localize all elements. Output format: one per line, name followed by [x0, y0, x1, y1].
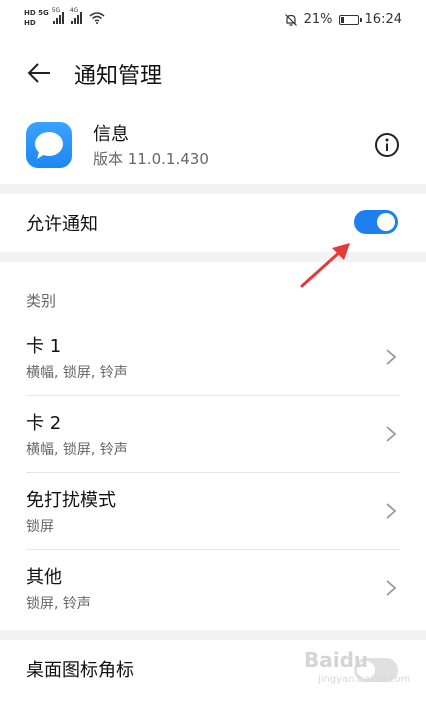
hd-tag-2: HD: [24, 19, 36, 27]
page-title: 通知管理: [74, 64, 163, 89]
row-separator: [26, 549, 400, 550]
signal-icon-2: 4G: [70, 7, 82, 24]
hd-tag-1: HD 5G: [24, 9, 49, 17]
section-divider-2: [0, 252, 426, 262]
category-title: 卡 1: [26, 336, 62, 357]
section-divider-3: [0, 630, 426, 640]
category-subtitle: 锁屏, 铃声: [26, 596, 91, 612]
baidu-watermark: Baidu: [304, 648, 369, 672]
row-separator: [26, 395, 400, 396]
row-separator: [26, 472, 400, 473]
category-subtitle: 横幅, 锁屏, 铃声: [26, 365, 128, 381]
allow-notifications-label: 允许通知: [26, 214, 98, 235]
category-row-card1[interactable]: 卡 1 横幅, 锁屏, 铃声: [0, 320, 426, 396]
mute-bell-icon: [284, 13, 297, 26]
signal-label-1: 5G: [51, 7, 61, 14]
status-bar: HD 5G HD 5G 4G 21% 16:24: [0, 0, 426, 42]
battery-percent: 21%: [303, 12, 333, 27]
chevron-right-icon: [386, 580, 397, 596]
toggle-knob: [377, 213, 395, 231]
section-divider-1: [0, 184, 426, 194]
app-name: 信息: [93, 124, 129, 145]
signal-icon-1: 5G: [52, 7, 64, 24]
battery-fill: [340, 16, 344, 23]
message-bubble-icon: [26, 122, 72, 168]
signal-label-2: 4G: [69, 7, 79, 14]
category-title: 其他: [26, 567, 62, 588]
annotation-arrow-icon: [300, 243, 350, 288]
wifi-icon: [89, 12, 105, 24]
arrow-left-icon[interactable]: [26, 60, 52, 86]
allow-notifications-row[interactable]: 允许通知: [0, 196, 426, 248]
status-left: HD 5G HD 5G 4G: [24, 7, 105, 27]
chevron-right-icon: [386, 503, 397, 519]
status-right: 21% 16:24: [284, 12, 402, 27]
hd-indicators: HD 5G HD: [24, 9, 49, 27]
category-row-card2[interactable]: 卡 2 横幅, 锁屏, 铃声: [0, 397, 426, 473]
desktop-badge-label: 桌面图标角标: [26, 660, 134, 681]
baidu-watermark-url: jingyan.baidu.com: [318, 674, 411, 685]
category-title: 卡 2: [26, 413, 62, 434]
category-title: 免打扰模式: [26, 490, 116, 511]
info-circle-icon[interactable]: [374, 132, 400, 158]
category-subtitle: 横幅, 锁屏, 铃声: [26, 442, 128, 458]
category-row-other[interactable]: 其他 锁屏, 铃声: [0, 551, 426, 627]
header: 通知管理: [0, 50, 426, 96]
app-version: 版本 11.0.1.430: [93, 150, 209, 168]
category-row-dnd[interactable]: 免打扰模式 锁屏: [0, 474, 426, 550]
clock: 16:24: [364, 12, 402, 27]
chevron-right-icon: [386, 349, 397, 365]
chevron-right-icon: [386, 426, 397, 442]
categories-label: 类别: [26, 292, 57, 310]
category-subtitle: 锁屏: [26, 519, 54, 535]
battery-icon: [338, 14, 362, 25]
app-info-row: 信息 版本 11.0.1.430: [0, 118, 426, 174]
allow-notifications-toggle[interactable]: [354, 210, 398, 234]
